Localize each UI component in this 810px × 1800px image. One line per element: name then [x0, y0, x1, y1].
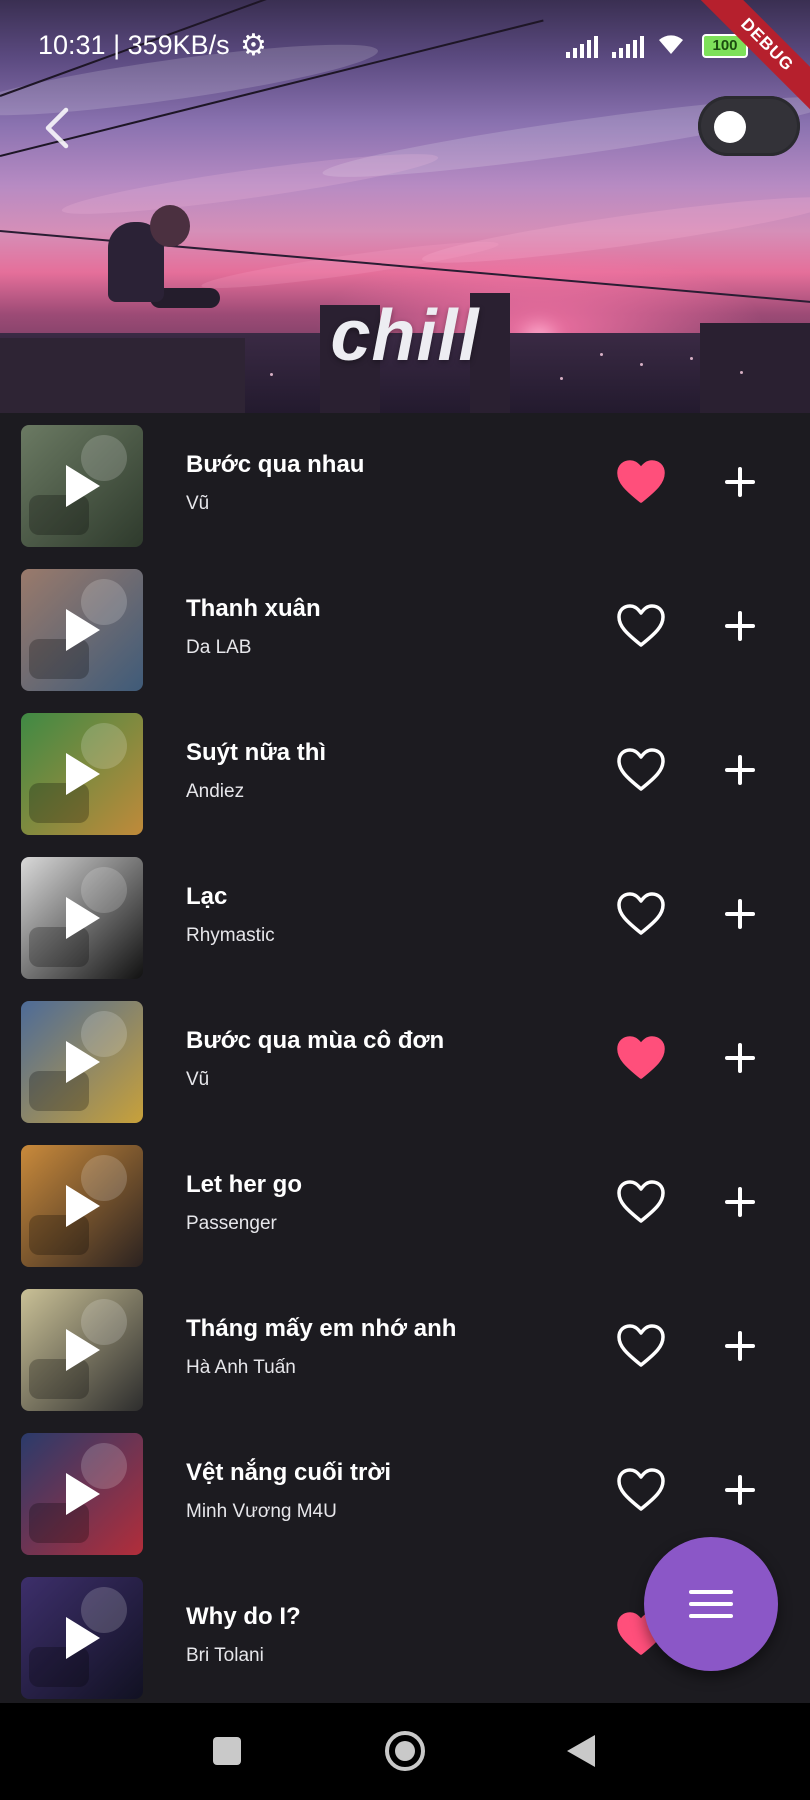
plus-icon	[725, 755, 755, 785]
status-time-speed: 10:31 | 359KB/s	[38, 30, 230, 60]
like-button[interactable]	[616, 459, 666, 505]
square-icon	[213, 1737, 241, 1765]
song-title: Bước qua mùa cô đơn	[186, 1027, 445, 1054]
like-button[interactable]	[616, 1179, 666, 1225]
menu-fab-button[interactable]	[644, 1537, 778, 1671]
gear-icon: ⚙	[240, 29, 267, 62]
song-artist: Passenger	[186, 1213, 277, 1234]
song-thumbnail[interactable]	[21, 713, 143, 835]
plus-icon	[725, 467, 755, 497]
song-thumbnail[interactable]	[21, 1145, 143, 1267]
nav-recents-button[interactable]	[212, 1736, 242, 1766]
back-button[interactable]	[36, 100, 86, 156]
plus-icon	[725, 1475, 755, 1505]
like-button[interactable]	[616, 603, 666, 649]
song-artist: Minh Vương M4U	[186, 1501, 337, 1522]
song-thumbnail[interactable]	[21, 1577, 143, 1699]
song-title: Tháng mấy em nhớ anh	[186, 1315, 457, 1342]
song-thumbnail[interactable]	[21, 425, 143, 547]
theme-toggle[interactable]	[698, 96, 800, 156]
song-thumbnail[interactable]	[21, 1433, 143, 1555]
song-artist: Andiez	[186, 781, 245, 802]
song-title: Let her go	[186, 1171, 303, 1198]
song-row[interactable]: Bước qua mùa cô đơn Vũ	[0, 989, 810, 1133]
play-icon	[21, 1145, 143, 1267]
signal-icon-2	[612, 36, 644, 58]
girl-figure-head	[150, 205, 190, 247]
add-to-playlist-button[interactable]	[718, 1323, 762, 1369]
heart-icon	[617, 460, 665, 503]
add-to-playlist-button[interactable]	[718, 459, 762, 505]
song-thumbnail[interactable]	[21, 1001, 143, 1123]
song-artist: Bri Tolani	[186, 1645, 264, 1666]
add-to-playlist-button[interactable]	[718, 891, 762, 937]
song-artist: Vũ	[186, 1069, 210, 1090]
song-title: Lạc	[186, 883, 228, 910]
song-title: Bước qua nhau	[186, 451, 365, 478]
plus-icon	[725, 611, 755, 641]
play-icon	[21, 713, 143, 835]
like-button[interactable]	[616, 1323, 666, 1369]
song-artist: Rhymastic	[186, 925, 275, 946]
heart-icon	[617, 1036, 665, 1079]
heart-icon	[617, 1180, 665, 1223]
play-icon	[21, 1001, 143, 1123]
status-bar: 10:31 | 359KB/s ⚙ 100	[0, 0, 810, 92]
plus-icon	[725, 899, 755, 929]
song-artist: Hà Anh Tuấn	[186, 1357, 296, 1378]
signal-icon	[566, 36, 598, 58]
song-thumbnail[interactable]	[21, 1289, 143, 1411]
song-list: Bước qua nhau Vũ Thanh xuân Da LAB Suýt nữa …	[0, 413, 810, 1703]
song-row[interactable]: Suýt nữa thì Andiez	[0, 701, 810, 845]
triangle-back-icon	[567, 1735, 595, 1767]
song-title: Why do I?	[186, 1603, 301, 1630]
add-to-playlist-button[interactable]	[718, 1467, 762, 1513]
plus-icon	[725, 1043, 755, 1073]
song-row[interactable]: Tháng mấy em nhớ anh Hà Anh Tuấn	[0, 1277, 810, 1421]
menu-icon	[689, 1590, 733, 1618]
play-icon	[21, 857, 143, 979]
playlist-title: chill	[330, 296, 480, 376]
plus-icon	[725, 1187, 755, 1217]
chevron-left-icon	[45, 107, 69, 149]
song-title: Thanh xuân	[186, 595, 321, 622]
wifi-icon	[656, 30, 686, 63]
add-to-playlist-button[interactable]	[718, 603, 762, 649]
add-to-playlist-button[interactable]	[718, 1179, 762, 1225]
song-row[interactable]: Bước qua nhau Vũ	[0, 413, 810, 557]
heart-icon	[617, 892, 665, 935]
heart-icon	[617, 748, 665, 791]
song-thumbnail[interactable]	[21, 857, 143, 979]
heart-icon	[617, 1468, 665, 1511]
heart-icon	[617, 1324, 665, 1367]
like-button[interactable]	[616, 1035, 666, 1081]
song-title: Suýt nữa thì	[186, 739, 327, 766]
song-title: Vệt nắng cuối trời	[186, 1459, 392, 1486]
play-icon	[21, 1289, 143, 1411]
heart-icon	[617, 604, 665, 647]
song-thumbnail[interactable]	[21, 569, 143, 691]
play-icon	[21, 569, 143, 691]
like-button[interactable]	[616, 891, 666, 937]
nav-back-button[interactable]	[565, 1733, 597, 1769]
song-artist: Vũ	[186, 493, 210, 514]
song-row[interactable]: Let her go Passenger	[0, 1133, 810, 1277]
like-button[interactable]	[616, 747, 666, 793]
play-icon	[21, 1433, 143, 1555]
circle-icon	[385, 1731, 425, 1771]
like-button[interactable]	[616, 1467, 666, 1513]
play-icon	[21, 425, 143, 547]
plus-icon	[725, 1331, 755, 1361]
nav-home-button[interactable]	[383, 1729, 427, 1773]
toggle-knob	[714, 111, 746, 143]
song-artist: Da LAB	[186, 637, 252, 658]
song-row[interactable]: Lạc Rhymastic	[0, 845, 810, 989]
play-icon	[21, 1577, 143, 1699]
add-to-playlist-button[interactable]	[718, 747, 762, 793]
song-row[interactable]: Thanh xuân Da LAB	[0, 557, 810, 701]
add-to-playlist-button[interactable]	[718, 1035, 762, 1081]
system-nav-bar	[0, 1703, 810, 1800]
